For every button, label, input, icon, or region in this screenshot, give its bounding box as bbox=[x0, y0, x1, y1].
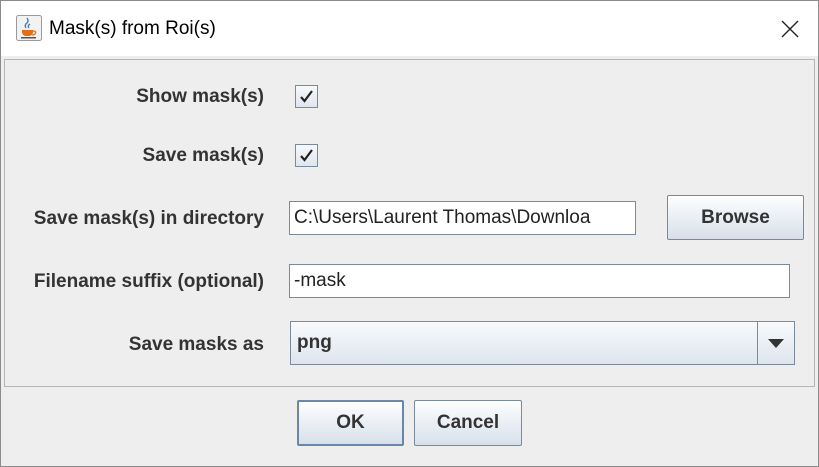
browse-button[interactable]: Browse bbox=[667, 195, 804, 240]
show-masks-label: Show mask(s) bbox=[136, 86, 264, 107]
close-icon bbox=[781, 20, 799, 37]
save-masks-label: Save mask(s) bbox=[142, 145, 264, 166]
format-label: Save masks as bbox=[128, 334, 264, 355]
format-selected-value: png bbox=[297, 332, 332, 353]
window-title: Mask(s) from Roi(s) bbox=[49, 18, 216, 39]
format-dropdown[interactable]: png bbox=[290, 321, 795, 365]
dropdown-arrow-button[interactable] bbox=[757, 322, 794, 364]
java-coffee-cup-icon bbox=[16, 15, 42, 41]
cancel-button[interactable]: Cancel bbox=[414, 400, 522, 446]
directory-field[interactable]: C:\Users\Laurent Thomas\Downloa bbox=[289, 201, 636, 235]
close-button[interactable] bbox=[762, 1, 818, 56]
suffix-label: Filename suffix (optional) bbox=[33, 271, 264, 292]
ok-button[interactable]: OK bbox=[297, 400, 404, 446]
check-icon bbox=[300, 90, 313, 103]
form-panel: Show mask(s) Save mask(s) Save mask(s) i… bbox=[4, 59, 815, 387]
save-masks-checkbox[interactable] bbox=[295, 144, 318, 167]
dialog-window: Mask(s) from Roi(s) Show mask(s) Save ma… bbox=[0, 0, 819, 467]
directory-label: Save mask(s) in directory bbox=[33, 208, 264, 229]
suffix-field[interactable]: -mask bbox=[289, 264, 790, 298]
check-icon bbox=[300, 149, 313, 162]
title-bar: Mask(s) from Roi(s) bbox=[1, 1, 818, 56]
triangle-down-icon bbox=[768, 338, 784, 348]
show-masks-checkbox[interactable] bbox=[295, 85, 318, 108]
